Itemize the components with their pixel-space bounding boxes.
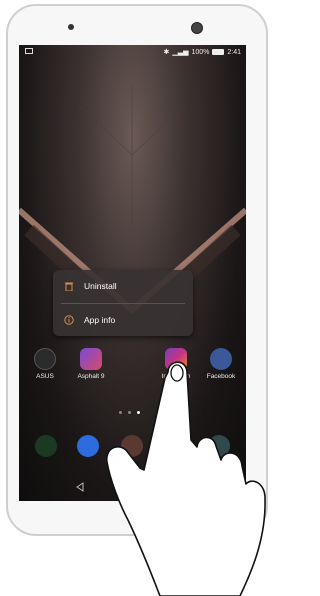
front-camera: [191, 22, 203, 34]
browser-icon[interactable]: [121, 435, 143, 457]
battery-percent: 100%: [191, 48, 210, 56]
dock: [19, 435, 246, 465]
asus-folder-icon: [34, 348, 56, 370]
page-dot-active: [137, 411, 140, 414]
status-icons: ✱ ▁▃▅ 100% 2:41: [163, 48, 241, 57]
app-asus[interactable]: ASUS: [25, 348, 65, 380]
app-info-label: App info: [84, 315, 116, 325]
app-facebook[interactable]: Facebook: [201, 348, 241, 380]
info-icon: [64, 315, 74, 325]
signal-icon: ▁▃▅: [172, 49, 189, 56]
app-context-menu: Uninstall App info: [53, 270, 193, 336]
home-icon[interactable]: [126, 481, 138, 493]
back-icon[interactable]: [76, 482, 84, 492]
page-indicator: [119, 411, 140, 414]
gallery-icon[interactable]: [208, 435, 230, 457]
trash-icon: [65, 282, 73, 291]
status-bar: ✱ ▁▃▅ 100% 2:41: [19, 45, 246, 59]
uninstall-menu-item[interactable]: Uninstall: [53, 270, 193, 302]
app-row: ASUS Asphalt 9 Instagram Facebook: [19, 348, 246, 392]
home-screen: ✱ ▁▃▅ 100% 2:41 Uninstall App info ASUS …: [19, 45, 246, 501]
speaker-dot: [68, 24, 74, 30]
app-label: ASUS: [36, 373, 54, 380]
page-dot: [119, 411, 122, 414]
app-asphalt[interactable]: Asphalt 9: [71, 348, 111, 380]
instagram-icon: [165, 348, 187, 370]
app-label: Facebook: [206, 373, 236, 380]
app-label: Instagram: [161, 373, 191, 380]
app-info-menu-item[interactable]: App info: [53, 304, 193, 336]
clock: 2:41: [227, 48, 241, 56]
app-label: Asphalt 9: [77, 373, 105, 380]
screenshot-icon: [25, 48, 33, 54]
asphalt-icon: [80, 348, 102, 370]
uninstall-label: Uninstall: [84, 281, 117, 291]
navigation-bar: [19, 477, 246, 497]
facebook-icon: [210, 348, 232, 370]
bluetooth-icon: ✱: [163, 49, 170, 56]
phone-icon[interactable]: [35, 435, 57, 457]
app-instagram[interactable]: Instagram: [156, 348, 196, 380]
battery-icon: [212, 49, 225, 55]
camera-icon[interactable]: [165, 435, 187, 457]
messages-icon[interactable]: [77, 435, 99, 457]
recents-icon[interactable]: [182, 481, 193, 492]
page-dot: [128, 411, 131, 414]
